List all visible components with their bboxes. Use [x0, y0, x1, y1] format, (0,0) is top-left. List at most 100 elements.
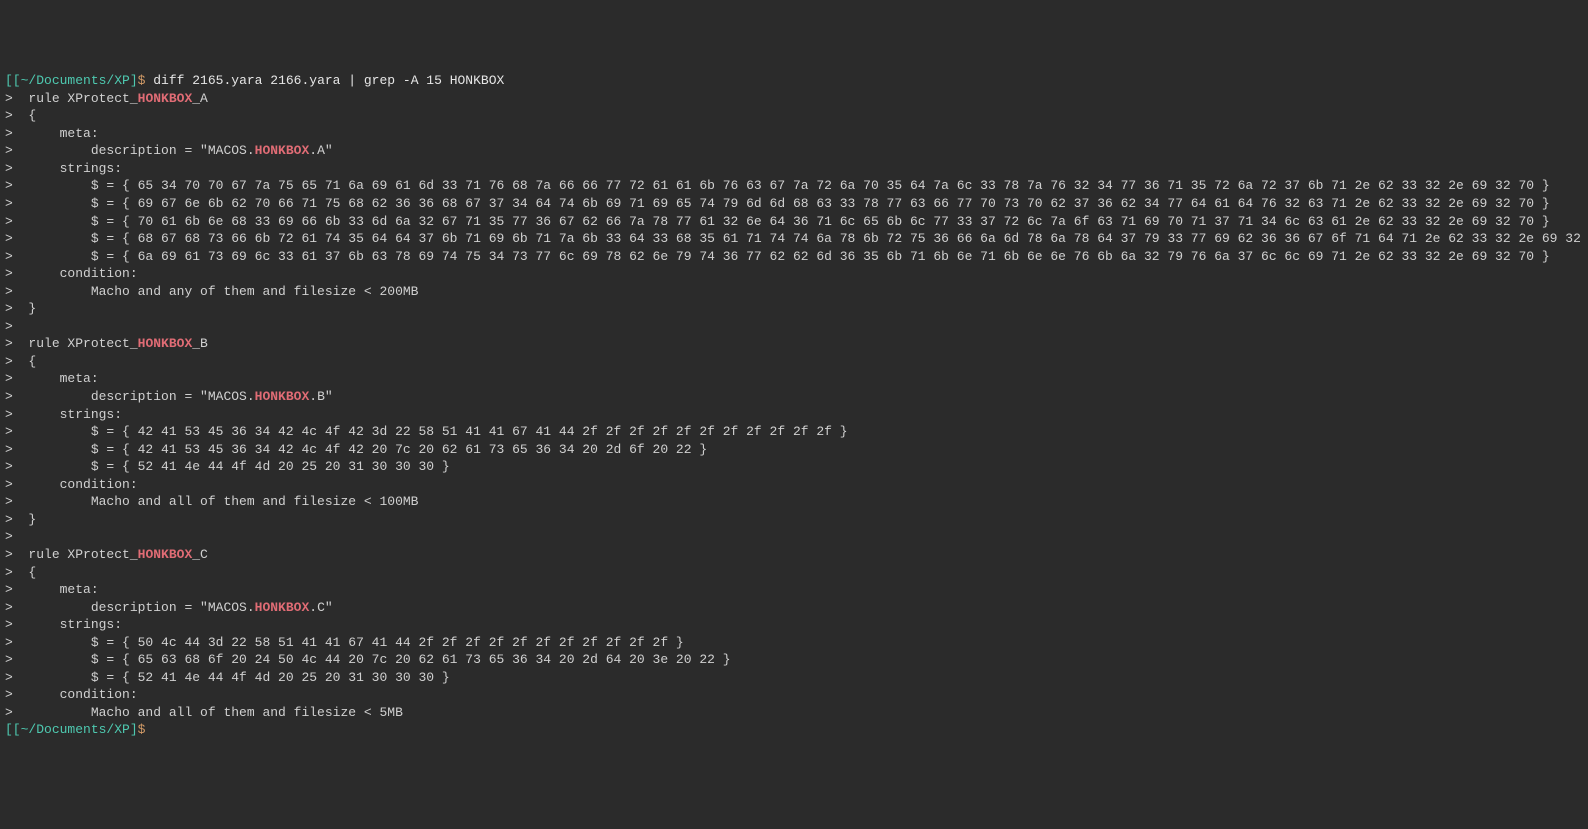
output-text: description = "MACOS.	[13, 143, 255, 158]
diff-marker: >	[5, 126, 13, 141]
output-line: > {	[5, 353, 1583, 371]
output-line: > {	[5, 107, 1583, 125]
prompt-dollar: $	[138, 73, 154, 88]
output-text: }	[13, 301, 36, 316]
diff-marker: >	[5, 284, 13, 299]
output-line: > rule XProtect_HONKBOX_A	[5, 90, 1583, 108]
output-line: > rule XProtect_HONKBOX_C	[5, 546, 1583, 564]
output-line: > Macho and any of them and filesize < 2…	[5, 283, 1583, 301]
diff-marker: >	[5, 547, 13, 562]
diff-marker: >	[5, 442, 13, 457]
output-line: > $ = { 70 61 6b 6e 68 33 69 66 6b 33 6d…	[5, 213, 1583, 231]
output-line: > $ = { 65 34 70 70 67 7a 75 65 71 6a 69…	[5, 177, 1583, 195]
output-text: $ = { 6a 69 61 73 69 6c 33 61 37 6b 63 7…	[13, 249, 1550, 264]
output-line: >	[5, 528, 1583, 546]
output-text: $ = { 52 41 4e 44 4f 4d 20 25 20 31 30 3…	[13, 459, 450, 474]
output-text: _A	[192, 91, 208, 106]
output-line: > $ = { 42 41 53 45 36 34 42 4c 4f 42 3d…	[5, 423, 1583, 441]
output-line: > strings:	[5, 160, 1583, 178]
output-line: > meta:	[5, 125, 1583, 143]
output-text: meta:	[13, 126, 99, 141]
output-text: condition:	[13, 477, 138, 492]
diff-marker: >	[5, 582, 13, 597]
output-line: > $ = { 52 41 4e 44 4f 4d 20 25 20 31 30…	[5, 669, 1583, 687]
output-text: rule XProtect_	[13, 336, 138, 351]
diff-marker: >	[5, 336, 13, 351]
diff-marker: >	[5, 196, 13, 211]
diff-marker: >	[5, 91, 13, 106]
output-line: > condition:	[5, 476, 1583, 494]
prompt-bracket-close: ]	[130, 73, 138, 88]
output-text: .C"	[309, 600, 332, 615]
prompt-bracket-close: ]	[130, 722, 138, 737]
output-line: > rule XProtect_HONKBOX_B	[5, 335, 1583, 353]
output-text: Macho and all of them and filesize < 100…	[13, 494, 419, 509]
grep-match: HONKBOX	[255, 389, 310, 404]
diff-marker: >	[5, 600, 13, 615]
output-text: meta:	[13, 582, 99, 597]
output-text: strings:	[13, 617, 122, 632]
output-text: $ = { 52 41 4e 44 4f 4d 20 25 20 31 30 3…	[13, 670, 450, 685]
output-text: condition:	[13, 266, 138, 281]
output-text: $ = { 65 63 68 6f 20 24 50 4c 44 20 7c 2…	[13, 652, 731, 667]
output-line: > }	[5, 300, 1583, 318]
grep-match: HONKBOX	[138, 336, 193, 351]
diff-marker: >	[5, 319, 13, 334]
output-line: > condition:	[5, 686, 1583, 704]
prompt-path: ~/Documents/XP	[21, 73, 130, 88]
diff-marker: >	[5, 652, 13, 667]
output-line: > {	[5, 564, 1583, 582]
diff-marker: >	[5, 635, 13, 650]
output-line: > $ = { 69 67 6e 6b 62 70 66 71 75 68 62…	[5, 195, 1583, 213]
diff-marker: >	[5, 354, 13, 369]
diff-marker: >	[5, 529, 13, 544]
output-line: > description = "MACOS.HONKBOX.C"	[5, 599, 1583, 617]
output-line: >	[5, 318, 1583, 336]
output-line: > $ = { 65 63 68 6f 20 24 50 4c 44 20 7c…	[5, 651, 1583, 669]
output-line: > description = "MACOS.HONKBOX.A"	[5, 142, 1583, 160]
prompt-path: ~/Documents/XP	[21, 722, 130, 737]
output-text: $ = { 68 67 68 73 66 6b 72 61 74 35 64 6…	[13, 231, 1588, 246]
output-line: > description = "MACOS.HONKBOX.B"	[5, 388, 1583, 406]
output-text: {	[13, 108, 36, 123]
grep-match: HONKBOX	[255, 143, 310, 158]
output-text: _B	[192, 336, 208, 351]
output-line: > $ = { 50 4c 44 3d 22 58 51 41 41 67 41…	[5, 634, 1583, 652]
output-text: meta:	[13, 371, 99, 386]
output-text: description = "MACOS.	[13, 600, 255, 615]
output-text: _C	[192, 547, 208, 562]
output-line: > }	[5, 511, 1583, 529]
output-text: $ = { 42 41 53 45 36 34 42 4c 4f 42 3d 2…	[13, 424, 848, 439]
output-text: Macho and any of them and filesize < 200…	[13, 284, 419, 299]
prompt-dollar: $	[138, 722, 154, 737]
diff-marker: >	[5, 687, 13, 702]
output-line: > strings:	[5, 616, 1583, 634]
output-text: $ = { 70 61 6b 6e 68 33 69 66 6b 33 6d 6…	[13, 214, 1550, 229]
output-text: .A"	[309, 143, 332, 158]
diff-marker: >	[5, 565, 13, 580]
output-text: }	[13, 512, 36, 527]
diff-marker: >	[5, 178, 13, 193]
diff-marker: >	[5, 494, 13, 509]
output-text: $ = { 65 34 70 70 67 7a 75 65 71 6a 69 6…	[13, 178, 1550, 193]
diff-marker: >	[5, 617, 13, 632]
diff-marker: >	[5, 266, 13, 281]
grep-match: HONKBOX	[255, 600, 310, 615]
command-text: diff 2165.yara 2166.yara | grep -A 15 HO…	[153, 73, 504, 88]
output-text: $ = { 69 67 6e 6b 62 70 66 71 75 68 62 3…	[13, 196, 1550, 211]
output-line: > Macho and all of them and filesize < 5…	[5, 704, 1583, 722]
prompt-bracket-open: [[	[5, 722, 21, 737]
diff-marker: >	[5, 424, 13, 439]
prompt-bracket-open: [[	[5, 73, 21, 88]
diff-marker: >	[5, 477, 13, 492]
output-text: rule XProtect_	[13, 91, 138, 106]
output-text: {	[13, 565, 36, 580]
output-text: Macho and all of them and filesize < 5MB	[13, 705, 403, 720]
output-text: .B"	[309, 389, 332, 404]
output-line: > $ = { 52 41 4e 44 4f 4d 20 25 20 31 30…	[5, 458, 1583, 476]
terminal-output[interactable]: [[~/Documents/XP]$ diff 2165.yara 2166.y…	[5, 72, 1583, 739]
output-text: $ = { 42 41 53 45 36 34 42 4c 4f 42 20 7…	[13, 442, 707, 457]
prompt-line: [[~/Documents/XP]$ diff 2165.yara 2166.y…	[5, 72, 1583, 90]
output-text: strings:	[13, 161, 122, 176]
output-line: > meta:	[5, 370, 1583, 388]
